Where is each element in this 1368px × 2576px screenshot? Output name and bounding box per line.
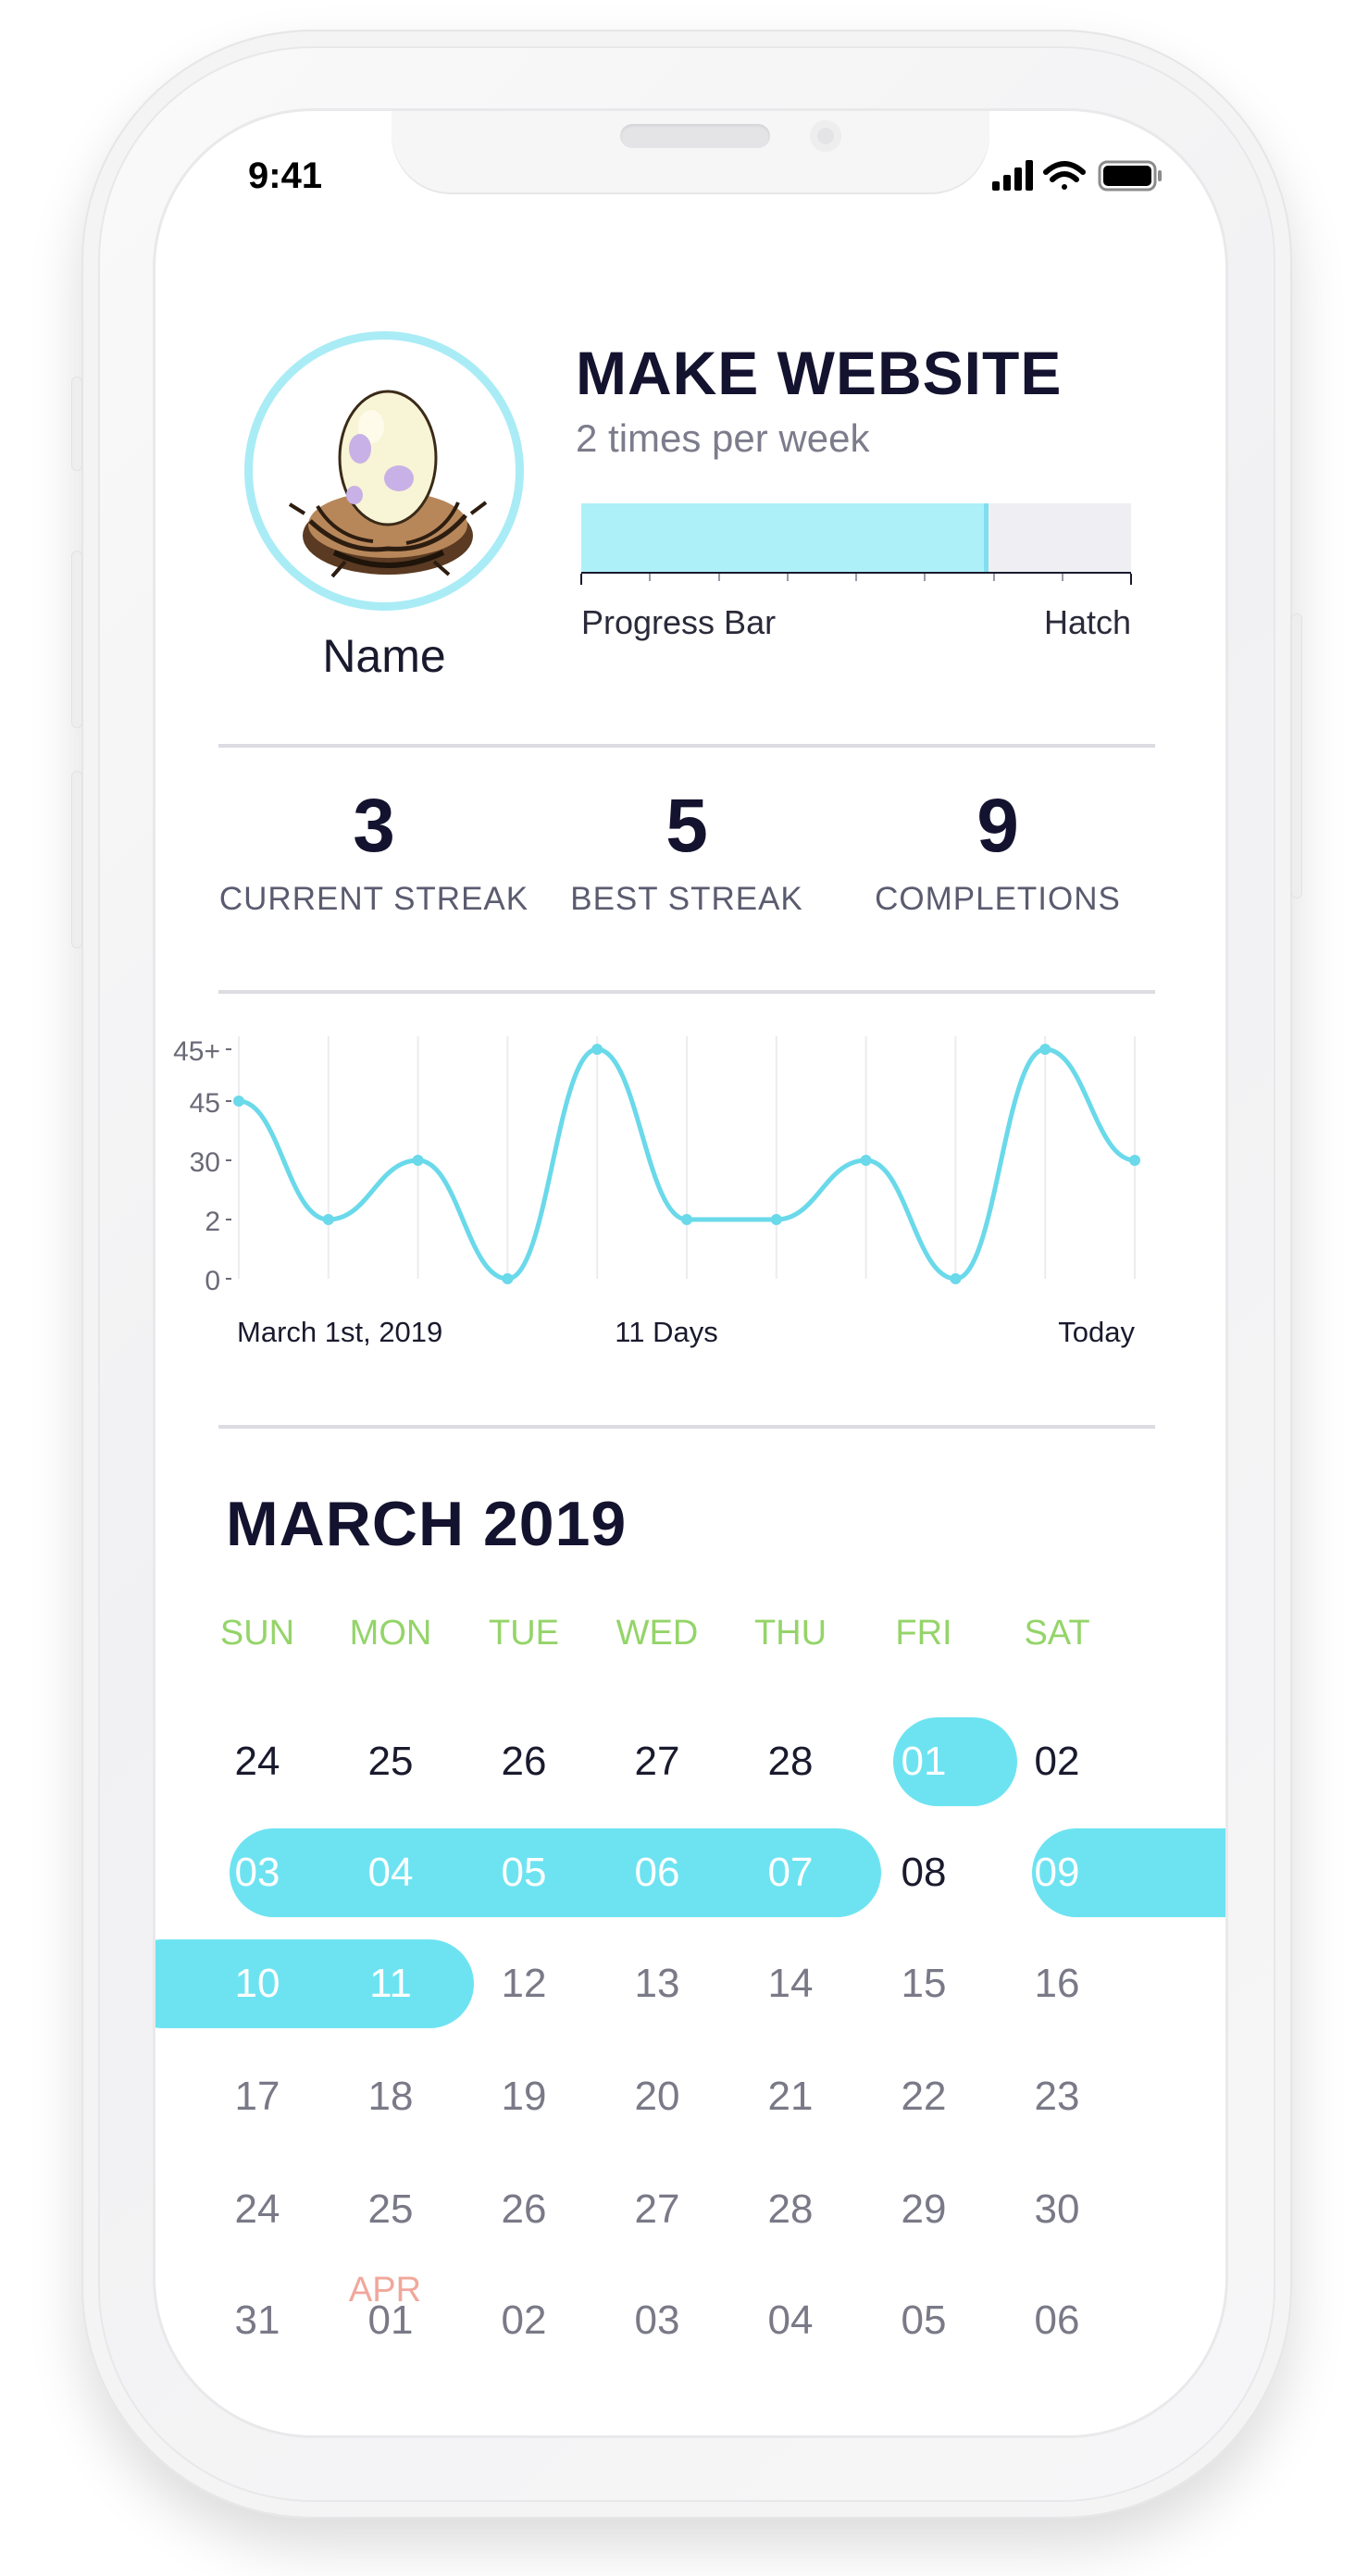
calendar-day[interactable]: 07	[735, 1828, 846, 1917]
calendar-day[interactable]: 01	[868, 1717, 979, 1806]
calendar-day[interactable]: 31	[202, 2276, 313, 2365]
mute-switch	[72, 378, 81, 470]
chart-x-label-end: Today	[1058, 1316, 1135, 1348]
calendar-day[interactable]: 05	[868, 2276, 979, 2365]
calendar-day[interactable]: 26	[468, 1717, 579, 1806]
chart-point	[950, 1273, 962, 1284]
calendar-day[interactable]: 27	[602, 2165, 713, 2254]
chart-y-tick-label: 30	[190, 1147, 220, 1178]
app-screen: 9:41 Name MAKE WEBSITE 2 times per week …	[155, 111, 1225, 2435]
weekday-label: THU	[753, 1614, 827, 1653]
weekday-label: WED	[616, 1614, 699, 1653]
calendar-day[interactable]: 21	[735, 2052, 846, 2141]
calendar-day[interactable]: 29	[868, 2165, 979, 2254]
calendar-day[interactable]: 13	[602, 1939, 713, 2028]
weekday-label: SUN	[219, 1614, 295, 1653]
calendar-day[interactable]: 04	[335, 1828, 446, 1917]
chart-point	[322, 1214, 334, 1225]
weekday-label: SAT	[1024, 1614, 1090, 1653]
calendar-day[interactable]: 04	[735, 2276, 846, 2365]
volume-down-button	[72, 772, 81, 947]
calendar-day[interactable]: 06	[602, 1828, 713, 1917]
calendar-day[interactable]: 06	[1001, 2276, 1113, 2365]
chart-point	[860, 1155, 872, 1166]
calendar-day[interactable]: 28	[735, 2165, 846, 2254]
chart-y-tick-label: 2	[205, 1207, 220, 1237]
calendar-day[interactable]: 03	[202, 1828, 313, 1917]
weekday-label: FRI	[895, 1614, 952, 1653]
calendar-day[interactable]: 14	[735, 1939, 846, 2028]
calendar-day[interactable]: 08	[868, 1828, 979, 1917]
calendar-day[interactable]: 10	[202, 1939, 313, 2028]
calendar-day[interactable]: 26	[468, 2165, 579, 2254]
calendar-month-title: MARCH 2019	[226, 1489, 628, 1559]
next-month-label: APR	[348, 2271, 422, 2310]
streak-line-chart: 45+ 45 30 2 0 March 1st, 2019 11 Days Today	[173, 1036, 1140, 1348]
calendar-day[interactable]: 02	[1001, 1717, 1113, 1806]
calendar-day[interactable]: 24	[202, 1717, 313, 1806]
calendar-day[interactable]: 09	[1001, 1828, 1113, 1917]
calendar-day[interactable]: 16	[1001, 1939, 1113, 2028]
calendar-day[interactable]: 17	[202, 2052, 313, 2141]
calendar-day[interactable]: 05	[468, 1828, 579, 1917]
calendar-day[interactable]: 25	[335, 2165, 446, 2254]
calendar-day[interactable]: 27	[602, 1717, 713, 1806]
weekday-label: MON	[349, 1614, 432, 1653]
chart-x-label-start: March 1st, 2019	[237, 1316, 442, 1348]
chart-point	[1039, 1044, 1051, 1055]
calendar-day[interactable]: 22	[868, 2052, 979, 2141]
calendar-day[interactable]: 24	[202, 2165, 313, 2254]
calendar-day[interactable]: 25	[335, 1717, 446, 1806]
divider-bottom	[218, 1425, 1155, 1429]
weekday-label: TUE	[489, 1614, 559, 1653]
chart-x-label-middle: 11 Days	[615, 1316, 717, 1348]
calendar-day[interactable]: 11	[335, 1939, 446, 2028]
chart-point	[1129, 1155, 1140, 1166]
chart-y-tick-label: 45	[190, 1088, 220, 1119]
calendar-day[interactable]: 12	[468, 1939, 579, 2028]
calendar-day[interactable]: 20	[602, 2052, 713, 2141]
chart-point	[502, 1273, 514, 1284]
chart-y-tick-label: 0	[205, 1266, 220, 1296]
calendar-day[interactable]: 03	[602, 2276, 713, 2365]
chart-y-tick-label: 45+	[173, 1036, 220, 1067]
volume-up-button	[72, 551, 81, 727]
power-button	[1292, 614, 1301, 898]
calendar-day[interactable]: 02	[468, 2276, 579, 2365]
calendar-day[interactable]: 30	[1001, 2165, 1113, 2254]
chart-point	[591, 1044, 603, 1055]
chart-point	[412, 1155, 424, 1166]
chart-point	[770, 1214, 782, 1225]
calendar-day[interactable]: 28	[735, 1717, 846, 1806]
calendar-day[interactable]: 18	[335, 2052, 446, 2141]
calendar-day[interactable]: 23	[1001, 2052, 1113, 2141]
chart-point	[233, 1096, 244, 1107]
calendar-day[interactable]: 15	[868, 1939, 979, 2028]
chart-point	[681, 1214, 692, 1225]
calendar-day[interactable]: 19	[468, 2052, 579, 2141]
